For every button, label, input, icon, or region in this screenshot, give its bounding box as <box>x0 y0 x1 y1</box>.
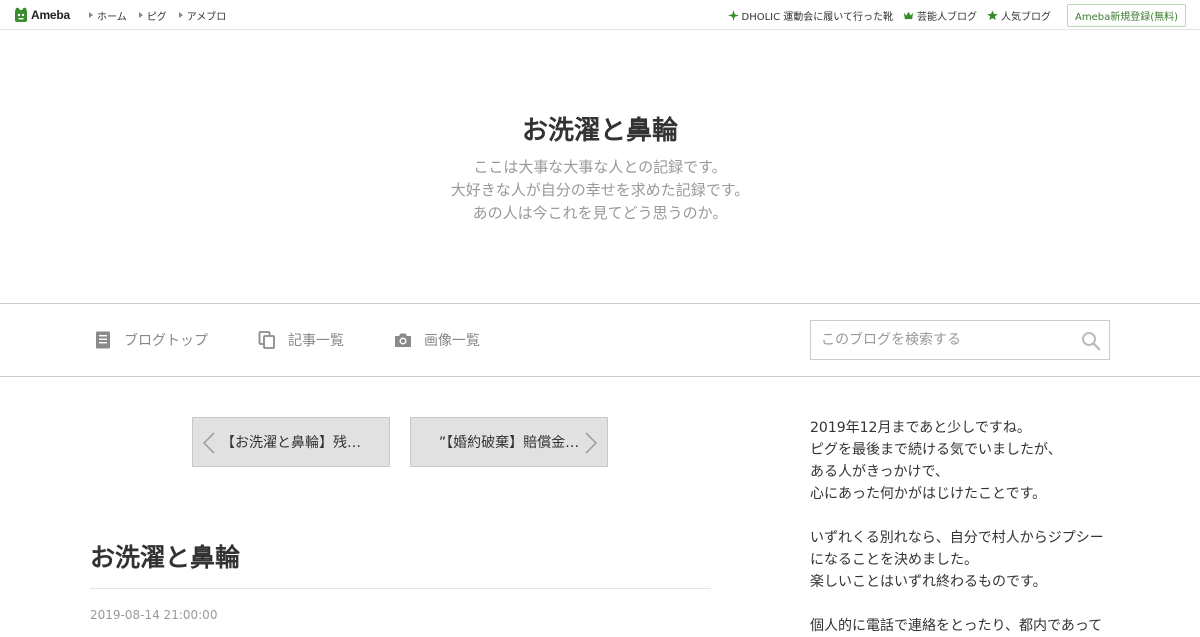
document-icon <box>96 331 110 349</box>
sidebar-line: になることを決めました。 <box>810 552 978 568</box>
chevron-left-icon <box>203 432 215 454</box>
link-celebrity-blog[interactable]: 芸能人ブログ <box>903 8 977 23</box>
star-icon <box>987 9 998 20</box>
sidebar-line: 心にあった何かがはじけたことです。 <box>810 486 1047 502</box>
nav-label: 画像一覧 <box>424 333 480 349</box>
nav-label: 記事一覧 <box>288 333 344 349</box>
sidebar-line: 個人的に電話で連絡をとったり、都内であって <box>810 618 1103 634</box>
link-popular-blog[interactable]: 人気ブログ <box>987 8 1051 23</box>
search-input[interactable] <box>811 322 1071 358</box>
ameba-logo-icon <box>15 7 27 22</box>
description-line: ここは大事な大事な人との記録です。 <box>473 158 727 176</box>
global-nav-label: アメブロ <box>186 11 227 23</box>
triangle-right-icon <box>89 12 93 18</box>
sidebar-line: いずれくる別れなら、自分で村人からジプシー <box>810 530 1104 546</box>
triangle-right-icon <box>178 12 183 18</box>
description-line: あの人は今これを見てどう思うのか。 <box>472 204 728 222</box>
sidebar-line: ある人がきっかけで、 <box>810 464 949 480</box>
blog-description: ここは大事な大事な人との記録です。 大好きな人が自分の幸せを求めた記録です。 あ… <box>0 156 1200 225</box>
nav-image-list[interactable]: 画像一覧 <box>394 330 480 350</box>
sparkle-icon <box>727 9 739 21</box>
chevron-right-icon <box>585 432 597 454</box>
global-nav-label: ピグ <box>146 11 167 23</box>
link-label: 人気ブログ <box>1000 11 1051 23</box>
global-header: Ameba ホーム ピグ アメブロ DHOLIC 運動会に履いて行った靴 芸能人… <box>0 0 1200 30</box>
blog-nav: ブログトップ 記事一覧 画像一覧 <box>0 303 1200 377</box>
blog-title[interactable]: お洗濯と鼻輪 <box>0 110 1200 147</box>
sidebar-line: ピグを最後まで続ける気でいましたが、 <box>810 442 1062 458</box>
next-article-button[interactable]: ”【婚約破棄】賠償金… <box>410 417 608 467</box>
link-label: 芸能人ブログ <box>916 11 977 23</box>
entry-date: 2019-08-14 21:00:00 <box>90 608 218 622</box>
global-links: DHOLIC 運動会に履いて行った靴 芸能人ブログ 人気ブログ Ameba新規登… <box>718 0 1186 30</box>
next-article-title: ”【婚約破棄】賠償金… <box>438 435 580 451</box>
ameba-logo[interactable]: Ameba <box>14 6 70 24</box>
triangle-right-icon <box>138 12 143 18</box>
entry-title[interactable]: お洗濯と鼻輪 <box>90 538 240 574</box>
entry-divider <box>90 588 711 589</box>
search-icon[interactable] <box>1081 331 1101 351</box>
sidebar-line: 2019年12月まであと少しですね。 <box>810 420 1031 436</box>
camera-icon <box>395 333 411 347</box>
prev-article-title: 【お洗濯と鼻輪】残… <box>221 435 361 451</box>
nav-article-list[interactable]: 記事一覧 <box>258 330 344 350</box>
sidebar-profile-text: 2019年12月まであと少しですね。 ピグを最後まで続ける気でいましたが、 ある… <box>810 417 1110 637</box>
link-dholic[interactable]: DHOLIC 運動会に履いて行った靴 <box>727 8 893 23</box>
blog-search <box>810 320 1110 360</box>
nav-blog-top[interactable]: ブログトップ <box>94 330 208 350</box>
global-nav-ameblo[interactable]: アメブロ <box>178 8 227 23</box>
sidebar-line: 楽しいことはいずれ終わるものです。 <box>810 574 1047 590</box>
global-nav-pigg[interactable]: ピグ <box>138 8 167 23</box>
logo-text: Ameba <box>31 8 71 22</box>
nav-label: ブログトップ <box>124 333 208 349</box>
global-nav-label: ホーム <box>97 11 127 23</box>
register-button[interactable]: Ameba新規登録(無料) <box>1066 3 1186 27</box>
crown-icon <box>903 11 914 19</box>
prev-article-button[interactable]: 【お洗濯と鼻輪】残… <box>192 417 390 467</box>
description-line: 大好きな人が自分の幸せを求めた記録です。 <box>450 181 750 199</box>
global-nav-home[interactable]: ホーム <box>89 8 127 23</box>
global-nav: ホーム ピグ アメブロ <box>89 0 238 30</box>
link-label: DHOLIC 運動会に履いて行った靴 <box>741 11 893 23</box>
copy-icon <box>258 331 275 349</box>
